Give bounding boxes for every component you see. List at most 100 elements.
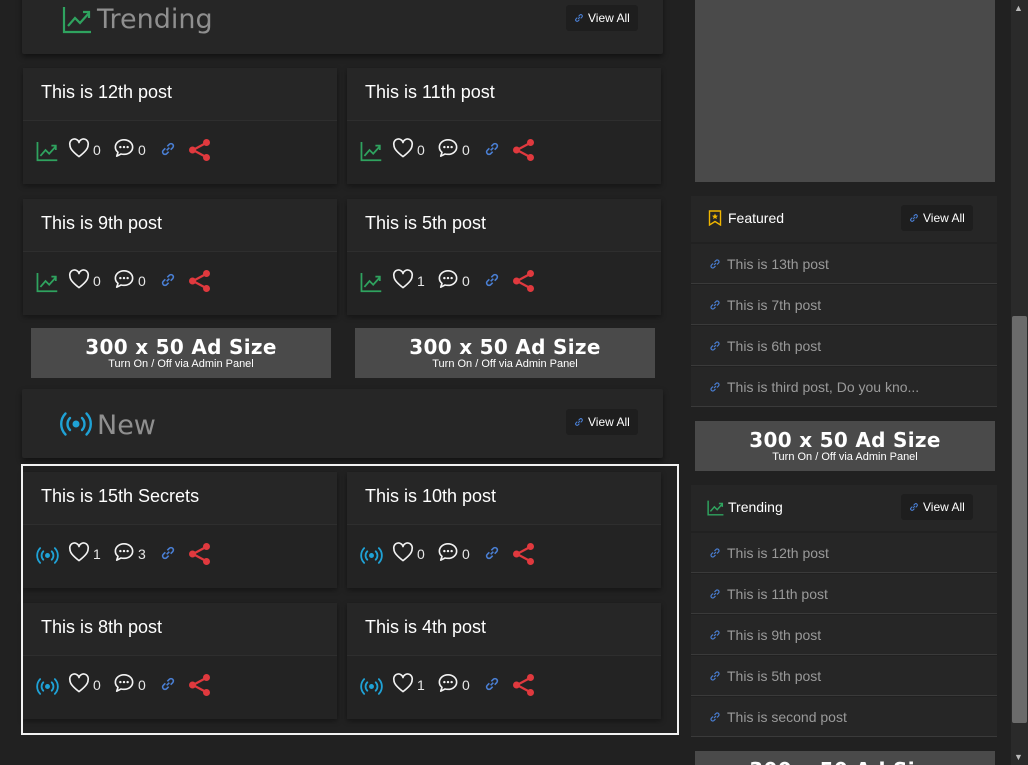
post-title[interactable]: This is 9th post: [41, 213, 162, 234]
share-icon[interactable]: [511, 673, 537, 697]
post-card[interactable]: This is 11th post 0 0: [347, 68, 661, 184]
comment-button[interactable]: 0: [437, 269, 470, 289]
scroll-down-arrow[interactable]: ▼: [1014, 752, 1023, 762]
heart-icon: [392, 269, 414, 289]
sidebar-list-item[interactable]: This is 6th post: [691, 326, 997, 366]
share-icon[interactable]: [187, 673, 213, 697]
sidebar-item-label: This is second post: [727, 708, 847, 725]
ad-headline: 300 x 50 Ad Size: [409, 335, 601, 359]
sidebar-item-label: This is 13th post: [727, 255, 829, 272]
section-title: Trending: [97, 4, 213, 35]
link-icon[interactable]: [484, 545, 500, 561]
link-icon: [709, 588, 721, 600]
ad-banner[interactable]: 300 x 50 Ad Size Turn On / Off via Admin…: [31, 328, 331, 378]
post-title[interactable]: This is 15th Secrets: [41, 486, 199, 507]
sidebar-item-label: This is 12th post: [727, 544, 829, 561]
sidebar-trending-header: Trending View All: [691, 485, 997, 531]
sidebar-list-item[interactable]: This is 7th post: [691, 285, 997, 325]
sidebar-item-label: This is 7th post: [727, 296, 822, 313]
sidebar-list-item[interactable]: This is 12th post: [691, 533, 997, 573]
post-title[interactable]: This is 12th post: [41, 82, 172, 103]
comment-icon: [437, 138, 459, 158]
comment-button[interactable]: 0: [437, 138, 470, 158]
sidebar-list-item[interactable]: This is 11th post: [691, 574, 997, 614]
post-card[interactable]: This is 12th post 0 0: [23, 68, 337, 184]
post-title[interactable]: This is 11th post: [365, 82, 495, 103]
link-icon: [910, 214, 918, 222]
comment-icon: [437, 542, 459, 562]
share-icon[interactable]: [511, 269, 537, 293]
heart-icon: [392, 542, 414, 562]
like-button[interactable]: 0: [68, 138, 101, 158]
sidebar-list-item[interactable]: This is 9th post: [691, 615, 997, 655]
comment-button[interactable]: 0: [113, 138, 146, 158]
link-icon[interactable]: [160, 272, 176, 288]
heart-icon: [68, 269, 90, 289]
scroll-up-arrow[interactable]: ▲: [1014, 3, 1023, 13]
comment-button[interactable]: 0: [437, 673, 470, 693]
page: { "colors": {"trending_green":"#2fa35f",…: [0, 0, 1028, 765]
post-card[interactable]: This is 15th Secrets 1 3: [23, 472, 337, 588]
link-icon[interactable]: [160, 141, 176, 157]
scrollbar-thumb[interactable]: [1012, 316, 1027, 723]
link-icon[interactable]: [484, 141, 500, 157]
like-button[interactable]: 0: [68, 269, 101, 289]
widget-title: Featured: [728, 210, 785, 226]
like-count: 1: [93, 546, 101, 562]
post-card[interactable]: This is 8th post 0 0: [23, 603, 337, 719]
post-title[interactable]: This is 5th post: [365, 213, 486, 234]
new-view-all-button[interactable]: View All: [566, 409, 638, 435]
comment-count: 0: [138, 273, 146, 289]
share-icon[interactable]: [187, 138, 213, 162]
sidebar-ad-banner[interactable]: 300 x 50 Ad Size Turn On / Off via Admin…: [695, 421, 995, 471]
post-title[interactable]: This is 10th post: [365, 486, 496, 507]
post-title[interactable]: This is 8th post: [41, 617, 162, 638]
comment-button[interactable]: 0: [437, 542, 470, 562]
featured-view-all-button[interactable]: View All: [901, 205, 973, 231]
comment-icon: [437, 673, 459, 693]
comment-count: 0: [462, 273, 470, 289]
post-title[interactable]: This is 4th post: [365, 617, 486, 638]
link-icon: [709, 670, 721, 682]
sidebar-list-item[interactable]: This is third post, Do you kno...: [691, 367, 997, 407]
comment-button[interactable]: 3: [113, 542, 146, 562]
share-icon[interactable]: [511, 542, 537, 566]
comment-icon: [113, 138, 135, 158]
share-icon[interactable]: [187, 542, 213, 566]
post-card[interactable]: This is 5th post 1 0: [347, 199, 661, 315]
like-button[interactable]: 0: [392, 542, 425, 562]
sidebar-item-label: This is 11th post: [727, 585, 828, 602]
broadcast-icon: [36, 676, 59, 697]
trending-up-icon: [36, 272, 58, 293]
comment-button[interactable]: 0: [113, 673, 146, 693]
broadcast-icon: [36, 545, 59, 566]
sidebar-ad-banner-bottom[interactable]: 300 x 50 Ad Size: [695, 751, 995, 765]
sidebar-trending-view-all-button[interactable]: View All: [901, 494, 973, 520]
like-button[interactable]: 0: [392, 138, 425, 158]
link-icon: [709, 258, 721, 270]
sidebar-list-item[interactable]: This is 13th post: [691, 244, 997, 284]
like-button[interactable]: 1: [68, 542, 101, 562]
post-card[interactable]: This is 4th post 1 0: [347, 603, 661, 719]
sidebar-list-item[interactable]: This is second post: [691, 697, 997, 737]
comment-count: 0: [462, 677, 470, 693]
sidebar-ad-placeholder[interactable]: [695, 0, 995, 182]
link-icon[interactable]: [484, 272, 500, 288]
post-card[interactable]: This is 9th post 0 0: [23, 199, 337, 315]
ad-subline: Turn On / Off via Admin Panel: [432, 358, 578, 370]
share-icon[interactable]: [511, 138, 537, 162]
like-button[interactable]: 0: [68, 673, 101, 693]
sidebar-list-item[interactable]: This is 5th post: [691, 656, 997, 696]
like-button[interactable]: 1: [392, 673, 425, 693]
link-icon[interactable]: [160, 676, 176, 692]
comment-button[interactable]: 0: [113, 269, 146, 289]
like-button[interactable]: 1: [392, 269, 425, 289]
heart-icon: [68, 138, 90, 158]
link-icon[interactable]: [484, 676, 500, 692]
ad-banner[interactable]: 300 x 50 Ad Size Turn On / Off via Admin…: [355, 328, 655, 378]
share-icon[interactable]: [187, 269, 213, 293]
comment-count: 0: [138, 677, 146, 693]
trending-view-all-button[interactable]: View All: [566, 5, 638, 31]
link-icon[interactable]: [160, 545, 176, 561]
post-card[interactable]: This is 10th post 0 0: [347, 472, 661, 588]
